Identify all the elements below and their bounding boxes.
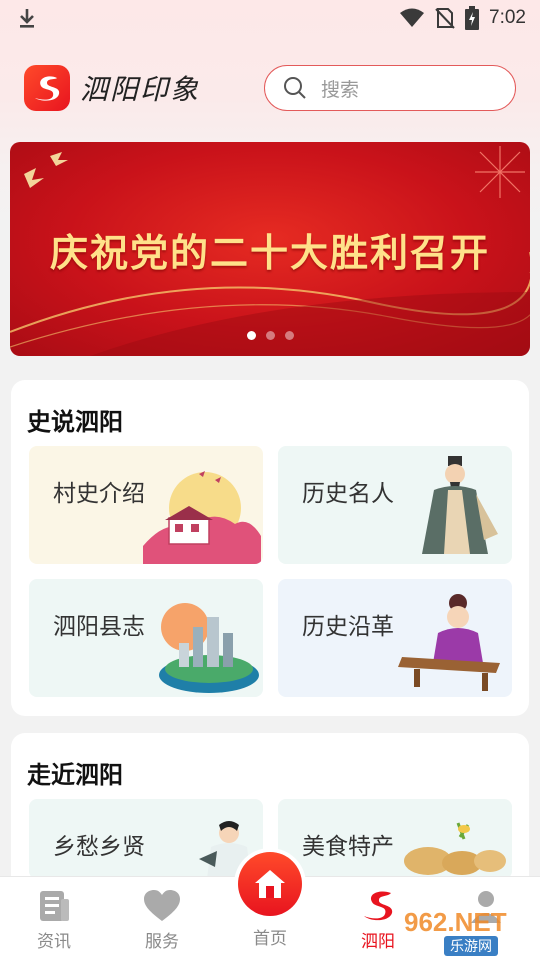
nav-label: 资讯	[37, 932, 71, 952]
nav-label: 泗阳	[361, 932, 395, 952]
download-icon	[20, 9, 34, 28]
county-island-illustration	[159, 603, 259, 693]
section-history: 史说泗阳 村史介绍 历史名人 泗阳县志 历史沿革	[11, 380, 529, 716]
guzheng-player-illustration	[398, 594, 500, 691]
card-label: 乡愁乡贤	[53, 834, 145, 860]
siyang-logo-icon	[360, 889, 396, 923]
home-icon	[238, 852, 302, 916]
home-button[interactable]	[234, 848, 306, 920]
watermark-subtext: 乐游网	[444, 936, 498, 956]
banner-carousel[interactable]: 庆祝党的二十大胜利召开	[10, 142, 530, 356]
section-title: 史说泗阳	[27, 408, 123, 436]
card-label: 历史名人	[302, 481, 394, 507]
wifi-icon	[400, 8, 425, 27]
card-label: 美食特产	[302, 834, 394, 860]
peanut-food-illustration	[404, 822, 506, 875]
news-icon	[36, 889, 72, 923]
historical-figure-illustration	[422, 456, 498, 554]
search-icon	[284, 77, 306, 99]
nav-label: 服务	[145, 932, 179, 952]
nav-label-home: 首页	[253, 929, 287, 949]
status-bar: 7:02	[0, 0, 540, 36]
carousel-dot[interactable]	[265, 331, 275, 340]
card-village-history[interactable]: 村史介绍	[29, 446, 263, 564]
carousel-dot[interactable]	[284, 331, 294, 340]
card-historical-evolution[interactable]: 历史沿革	[278, 579, 512, 697]
banner-title: 庆祝党的二十大胜利召开	[49, 231, 490, 275]
carousel-indicator	[10, 331, 530, 340]
no-sim-icon	[435, 8, 455, 29]
card-food-specialties[interactable]: 美食特产	[278, 799, 512, 879]
watermark-text: 962.NET	[404, 907, 507, 937]
carousel-dot[interactable]	[246, 331, 256, 340]
village-landscape-illustration	[143, 471, 261, 564]
card-label: 村史介绍	[53, 481, 145, 507]
card-county-annals[interactable]: 泗阳县志	[29, 579, 263, 697]
card-local-sages[interactable]: 乡愁乡贤	[29, 799, 263, 879]
card-historical-figures[interactable]: 历史名人	[278, 446, 512, 564]
nav-item-news[interactable]: 资讯	[0, 877, 108, 960]
section-title: 走近泗阳	[27, 761, 123, 789]
heart-icon	[144, 889, 180, 923]
search-placeholder: 搜索	[321, 78, 360, 101]
app-logo-icon[interactable]	[24, 65, 70, 111]
card-label: 历史沿革	[302, 614, 394, 640]
card-label: 泗阳县志	[53, 614, 145, 640]
nav-item-services[interactable]: 服务	[108, 877, 216, 960]
app-name: 泗阳印象	[80, 73, 201, 106]
site-watermark: 962.NET 乐游网	[404, 908, 534, 956]
app-header: 泗阳印象 搜索	[0, 58, 540, 118]
status-time: 7:02	[489, 7, 526, 28]
battery-charging-icon	[465, 6, 480, 30]
search-input[interactable]: 搜索	[264, 65, 516, 111]
